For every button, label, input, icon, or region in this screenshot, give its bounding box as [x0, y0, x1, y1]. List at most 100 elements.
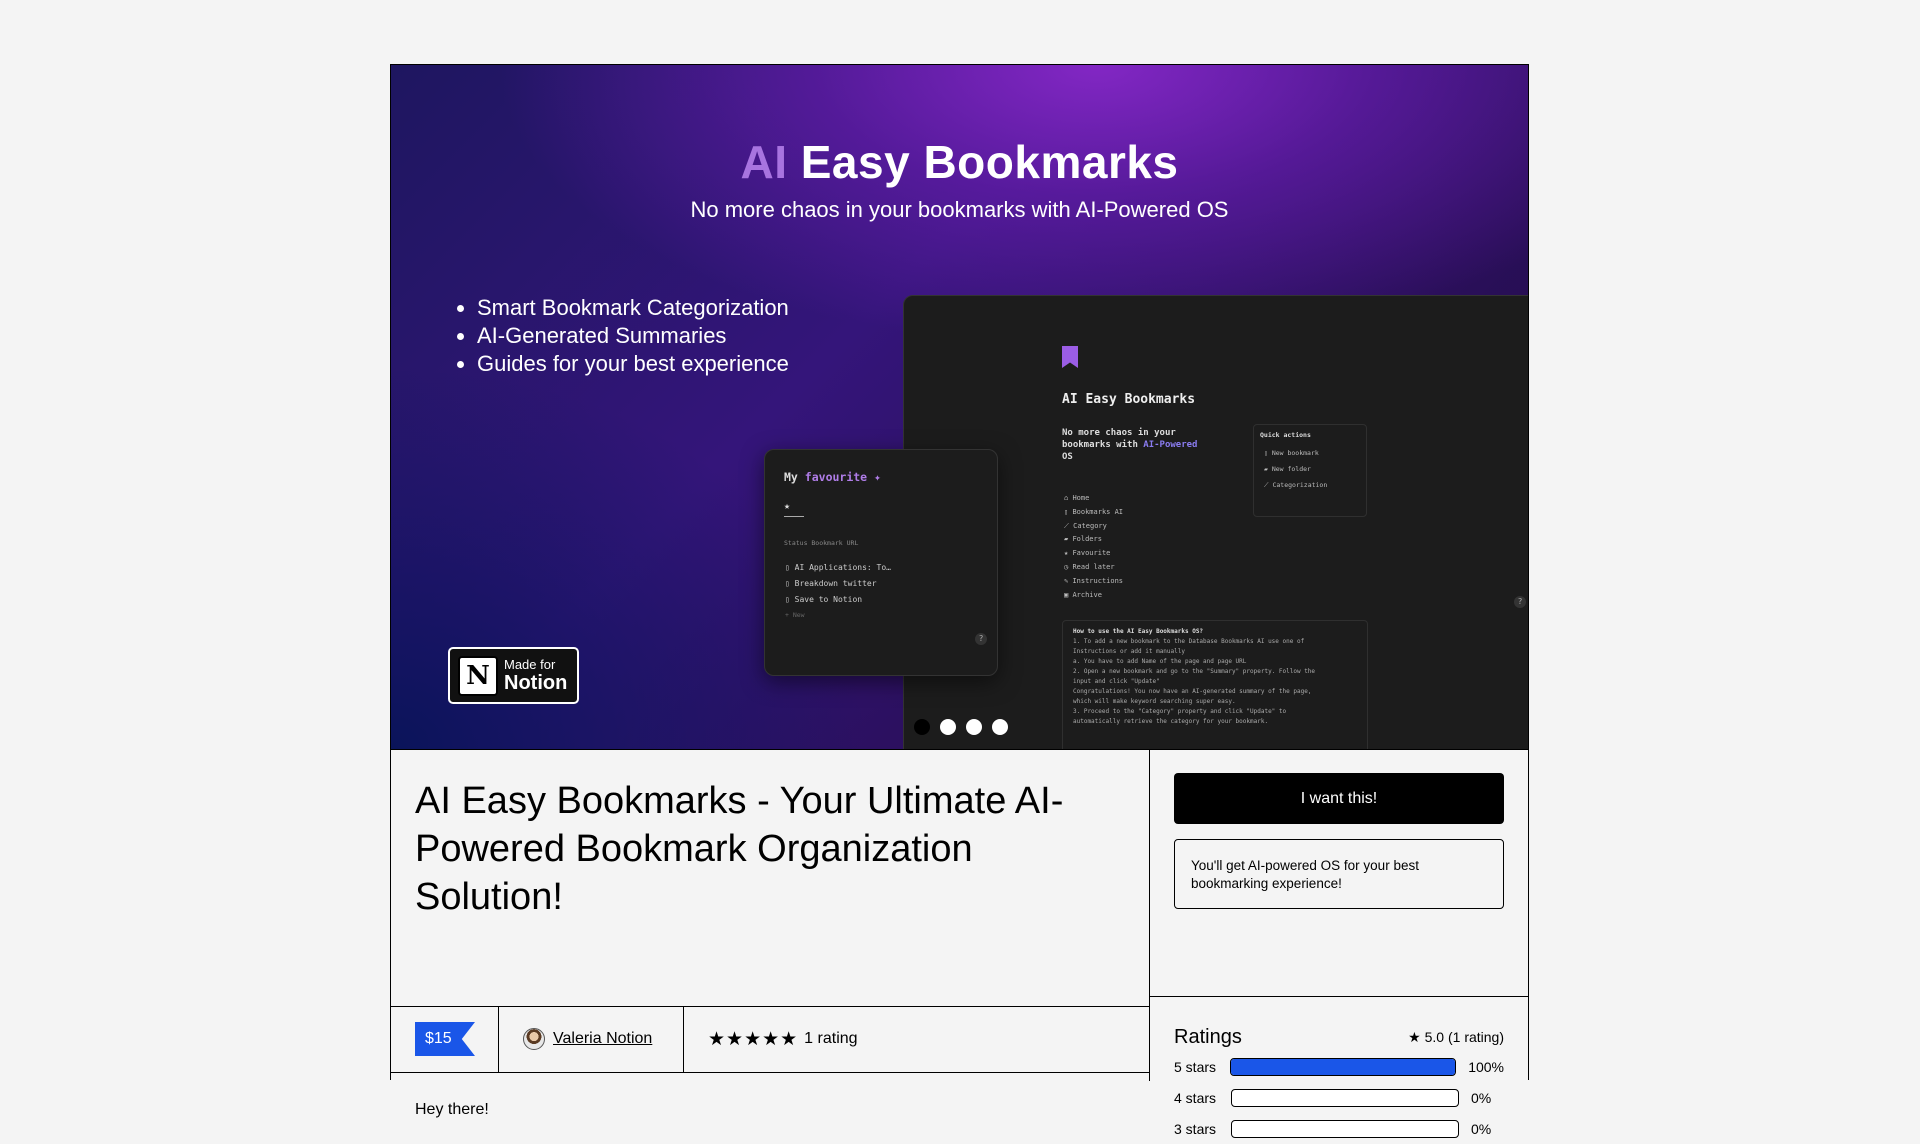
ratings-summary-text: 5.0 (1 rating) [1424, 1028, 1504, 1045]
hero-title-rest: Easy Bookmarks [800, 136, 1179, 188]
author-avatar[interactable] [523, 1028, 545, 1050]
i-want-this-button[interactable]: I want this! [1174, 773, 1504, 824]
price-cell: $15 [391, 1006, 499, 1072]
howto-line: Congratulations! You now have an AI-gene… [1073, 688, 1312, 695]
howto-line: automatically retrieve the category for … [1073, 718, 1269, 725]
rating-count: 1 rating [804, 1030, 858, 1047]
nav-item: ◷ Read later [1064, 562, 1115, 571]
howto-line: which will make keyword searching super … [1073, 698, 1236, 705]
carousel-dot-2[interactable] [940, 719, 956, 735]
rating-bar [1231, 1088, 1459, 1107]
product-meta-row: $15 Valeria Notion ★★★★★ 1 rating [391, 1006, 1149, 1073]
product-title: AI Easy Bookmarks - Your Ultimate AI-Pow… [415, 780, 1064, 918]
product-cover-image[interactable]: AI Easy Bookmarks No more chaos in your … [391, 65, 1528, 749]
purchase-panel: I want this! You'll get AI-powered OS fo… [1150, 749, 1528, 1138]
howto-line: Instructions or add it manually [1073, 648, 1185, 655]
nav-item: ✎ Instructions [1064, 576, 1124, 585]
tagline-text: OS [1062, 452, 1073, 462]
price-tag: $15 [415, 1022, 475, 1056]
quick-action: ▯ New bookmark [1264, 449, 1319, 457]
favourite-row: ▯ Breakdown twitter [785, 579, 877, 588]
hero-feature: Smart Bookmark Categorization [477, 294, 789, 322]
carousel-dot-4[interactable] [992, 719, 1008, 735]
nav-item-label: Home [1072, 494, 1090, 502]
quick-actions-panel: Quick actions ▯ New bookmark ▰ New folde… [1253, 424, 1367, 517]
favourite-row-label: Save to Notion [794, 595, 863, 604]
notion-logo-icon: N [458, 655, 498, 696]
favourite-title-highlight: favourite [804, 470, 868, 484]
carousel-dots [914, 719, 1008, 735]
nav-item-label: Category [1073, 521, 1107, 530]
product-card: AI Easy Bookmarks No more chaos in your … [390, 64, 1529, 1138]
nav-item-label: Favourite [1072, 549, 1111, 558]
howto-line: a. You have to add Name of the page and … [1073, 658, 1247, 665]
ratings-summary: ★ 5.0 (1 rating) [1408, 1029, 1504, 1046]
product-info: AI Easy Bookmarks - Your Ultimate AI-Pow… [391, 749, 1150, 1118]
nav-item-label: Instructions [1072, 576, 1124, 585]
favourite-title: My favourite ✦ [784, 470, 881, 484]
product-description: Hey there! [415, 1101, 489, 1137]
nav-item-label: Bookmarks AI [1072, 507, 1124, 516]
hero-title: AI Easy Bookmarks [391, 135, 1528, 189]
quick-action-label: Categorization [1272, 481, 1328, 489]
rating-row-label: 5 stars [1174, 1058, 1217, 1075]
howto-line: 1. To add a new bookmark to the Database… [1073, 638, 1305, 645]
favourite-row-label: Breakdown twitter [794, 579, 877, 588]
quick-action: ▰ New folder [1264, 465, 1311, 473]
favourite-filters: Status Bookmark URL [784, 539, 859, 547]
screenshot-nav: ⌂ Home ▯ Bookmarks AI ⟋ Category ▰ Folde… [1064, 492, 1123, 602]
ratings-section: Ratings ★ 5.0 (1 rating) 5 stars 100% 4 … [1174, 1023, 1504, 1144]
favourite-row: ▯ AI Applications: To… [785, 563, 891, 572]
howto-line: 3. Proceed to the "Category" property an… [1073, 708, 1287, 715]
favourite-row: ▯ Save to Notion [785, 595, 863, 604]
screenshot-tagline: No more chaos in your bookmarks with AI-… [1062, 427, 1212, 463]
description-paragraph: Hey there! [415, 1101, 489, 1118]
rating-row-3: 3 stars 0% [1174, 1113, 1504, 1144]
nav-item: ★ Favourite [1064, 549, 1111, 558]
nav-item: ▯ Bookmarks AI [1064, 507, 1124, 516]
carousel-dot-1[interactable] [914, 719, 930, 735]
favourite-row-label: AI Applications: To… [794, 563, 891, 572]
nav-item: ▣ Archive [1064, 590, 1102, 599]
rating-stars-icon: ★★★★★ [708, 1028, 799, 1050]
howto-line: 2. Open a new bookmark and go to the "Su… [1073, 668, 1316, 675]
tab-underline [784, 516, 804, 517]
nav-item: ▰ Folders [1064, 535, 1102, 544]
favourite-rows: ▯ AI Applications: To… ▯ Breakdown twitt… [785, 560, 891, 608]
title-section: AI Easy Bookmarks - Your Ultimate AI-Pow… [391, 749, 1149, 1007]
nav-item-label: Read later [1072, 562, 1115, 571]
sparkle-icon: ✦ [874, 470, 881, 484]
favourite-new: + New [785, 611, 805, 619]
badge-line2: Notion [504, 672, 568, 694]
badge-line1: Made for [504, 657, 556, 672]
rating-bar-fill [1231, 1058, 1456, 1075]
author-cell: Valeria Notion [499, 1006, 684, 1072]
star-icon: ★ [1408, 1028, 1421, 1045]
rating-bar [1231, 1119, 1459, 1138]
rating-row-percent: 100% [1468, 1058, 1504, 1075]
made-for-notion-badge: N Made for Notion [448, 647, 579, 704]
badge-text: Made for Notion [504, 658, 567, 693]
favourite-title-text: My [784, 470, 798, 484]
quick-actions-title: Quick actions [1260, 431, 1311, 439]
rating-row-5: 5 stars 100% [1174, 1051, 1504, 1082]
hero-feature-list: Smart Bookmark Categorization AI-Generat… [449, 294, 789, 378]
author-link[interactable]: Valeria Notion [553, 1030, 652, 1048]
notion-screenshot-favourite: My favourite ✦ ★ Status Bookmark URL ▯ A… [764, 449, 998, 676]
hero-feature: Guides for your best experience [477, 350, 789, 378]
rating-row-percent: 0% [1471, 1089, 1492, 1106]
rating-bar [1230, 1057, 1457, 1076]
rating-row-4: 4 stars 0% [1174, 1082, 1504, 1113]
rating-cell: ★★★★★ 1 rating [684, 1006, 1149, 1072]
nav-item: ⌂ Home [1064, 494, 1090, 502]
carousel-dot-3[interactable] [966, 719, 982, 735]
screenshot-title: AI Easy Bookmarks [1062, 392, 1196, 407]
quick-action-label: New folder [1271, 465, 1311, 473]
howto-line: input and click "Update" [1073, 678, 1160, 685]
bookmark-icon [1062, 346, 1078, 368]
tagline-highlight: AI-Powered [1143, 440, 1198, 450]
ratings-header: Ratings ★ 5.0 (1 rating) [1174, 1023, 1504, 1051]
star-icon: ★ [784, 501, 791, 512]
hero-feature: AI-Generated Summaries [477, 322, 789, 350]
howto-panel: How to use the AI Easy Bookmarks OS? 1. … [1062, 620, 1368, 749]
